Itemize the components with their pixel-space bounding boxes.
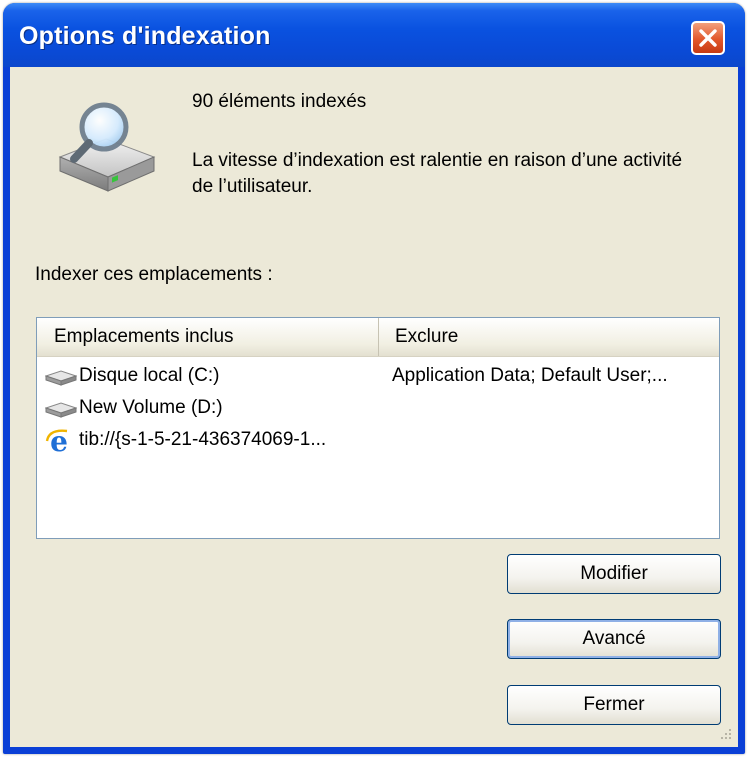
drive-icon [45, 402, 77, 418]
window-title: Options d'indexation [19, 22, 271, 50]
dialog-body: 90 éléments indexés La vitesse d’indexat… [10, 67, 738, 747]
location-row-c[interactable]: Disque local (C:) Application Data; Defa… [37, 362, 719, 394]
items-indexed-count: 90 éléments indexés [192, 91, 367, 112]
location-name: Disque local (C:) [79, 365, 220, 386]
indexed-drive-search-icon [58, 102, 156, 192]
modify-button[interactable]: Modifier [507, 554, 721, 594]
title-bar[interactable]: Options d'indexation [3, 3, 745, 67]
resize-grip-icon[interactable] [716, 725, 734, 743]
internet-explorer-icon: e [45, 427, 68, 455]
locations-list[interactable]: Emplacements inclus Exclure Disque local… [36, 317, 720, 539]
column-exclude[interactable]: Exclure [379, 318, 719, 356]
location-row-tib[interactable]: e tib://{s-1-5-21-436374069-1... [37, 426, 719, 458]
indexing-options-window: Options d'indexation 90 éléments indexés… [3, 3, 745, 754]
close-icon [699, 29, 717, 47]
location-name: New Volume (D:) [79, 397, 223, 418]
location-row-d[interactable]: New Volume (D:) [37, 394, 719, 426]
indexing-speed-message: La vitesse d’indexation est ralentie en … [192, 150, 683, 197]
drive-icon [45, 370, 77, 386]
column-included-locations[interactable]: Emplacements inclus [37, 318, 379, 356]
location-exclusions: Application Data; Default User;... [392, 365, 668, 386]
index-locations-label: Indexer ces emplacements : [35, 264, 273, 285]
list-header: Emplacements inclus Exclure [37, 318, 719, 357]
location-name: tib://{s-1-5-21-436374069-1... [79, 429, 327, 450]
close-button[interactable]: Fermer [507, 685, 721, 725]
advanced-button[interactable]: Avancé [507, 619, 721, 659]
close-window-button[interactable] [691, 21, 725, 55]
